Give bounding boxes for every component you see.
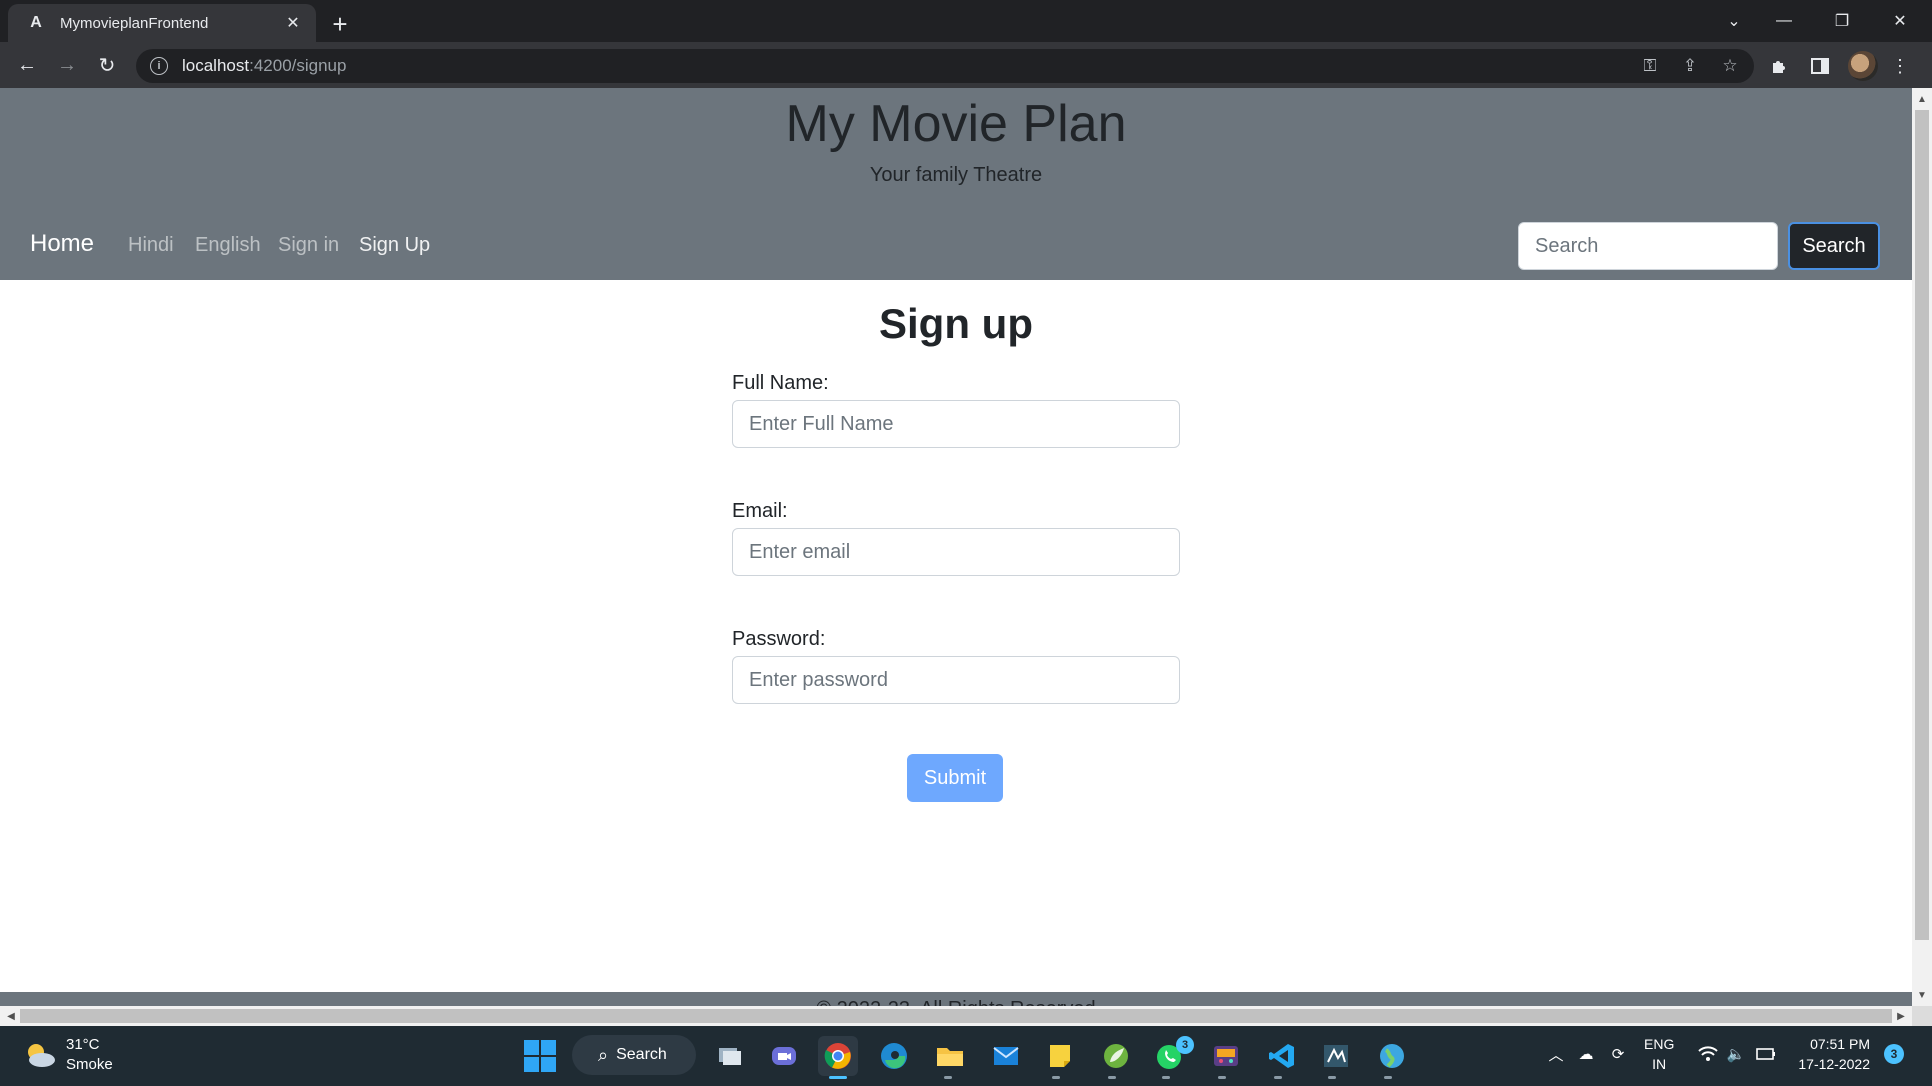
vertical-scrollbar-thumb[interactable] <box>1915 110 1929 940</box>
nav-link-hindi[interactable]: Hindi <box>128 234 174 257</box>
side-panel-icon[interactable] <box>1804 50 1836 82</box>
weather-cloud-icon[interactable] <box>22 1040 56 1070</box>
taskbar-indicator <box>1162 1076 1170 1079</box>
taskbar-search-button[interactable]: ⌕ Search <box>572 1035 696 1075</box>
spring-tools-icon[interactable] <box>1096 1036 1136 1076</box>
share-icon[interactable]: ⇪ <box>1676 52 1704 80</box>
url-host: localhost <box>182 56 250 75</box>
globe-app-icon[interactable] <box>1372 1036 1412 1076</box>
scrollbar-corner <box>1912 1006 1932 1026</box>
sticky-notes-icon[interactable] <box>1040 1036 1080 1076</box>
bookmark-star-icon[interactable]: ☆ <box>1716 52 1744 80</box>
nav-link-sign-in[interactable]: Sign in <box>278 234 339 257</box>
mail-icon[interactable] <box>986 1036 1026 1076</box>
tab-title: MymovieplanFrontend <box>60 14 209 32</box>
horizontal-scrollbar-thumb[interactable] <box>20 1009 1892 1023</box>
taskbar-indicator <box>1108 1076 1116 1079</box>
reload-icon[interactable]: ↻ <box>90 49 124 81</box>
full-name-input[interactable] <box>732 400 1180 448</box>
email-input[interactable] <box>732 528 1180 576</box>
clock-date: 17-12-2022 <box>1798 1056 1870 1072</box>
email-label: Email: <box>732 500 788 522</box>
chrome-icon[interactable] <box>818 1036 858 1076</box>
weather-temperature[interactable]: 31°C <box>66 1036 100 1053</box>
weather-description[interactable]: Smoke <box>66 1056 113 1073</box>
notification-badge[interactable]: 3 <box>1884 1044 1904 1064</box>
game-app-icon[interactable] <box>1206 1036 1246 1076</box>
search-icon: ⌕ <box>598 1044 609 1065</box>
vscode-icon[interactable] <box>1262 1036 1302 1076</box>
taskbar-indicator <box>1218 1076 1226 1079</box>
taskbar-indicator <box>1328 1076 1336 1079</box>
profile-avatar[interactable] <box>1848 51 1878 81</box>
back-arrow-icon[interactable]: ← <box>10 49 44 81</box>
nav-home-link[interactable]: Home <box>30 230 94 258</box>
url-path: :4200/signup <box>249 56 347 75</box>
tab-search-chevron-icon[interactable]: ⌄ <box>1706 0 1762 42</box>
language-region: IN <box>1652 1056 1667 1072</box>
site-title: My Movie Plan <box>785 95 1127 153</box>
menu-kebab-icon[interactable]: ⋮ <box>1884 50 1916 82</box>
minimize-icon[interactable]: — <box>1756 0 1812 42</box>
show-hidden-icons-chevron-icon[interactable]: ︿ <box>1544 1040 1568 1068</box>
taskbar-indicator <box>1052 1076 1060 1079</box>
taskbar-indicator <box>944 1076 952 1079</box>
site-info-icon[interactable]: i <box>150 57 168 75</box>
language-code: ENG <box>1644 1036 1675 1052</box>
scroll-right-icon[interactable]: ▶ <box>1892 1006 1910 1026</box>
close-window-icon[interactable]: ✕ <box>1872 0 1928 42</box>
forward-arrow-icon[interactable]: → <box>50 49 84 81</box>
taskbar-indicator <box>1274 1076 1282 1079</box>
file-explorer-icon[interactable] <box>930 1036 970 1076</box>
page-viewport: My Movie Plan Your family Theatre Home H… <box>0 88 1912 1006</box>
taskbar-indicator-active <box>829 1076 847 1079</box>
password-input[interactable] <box>732 656 1180 704</box>
whatsapp-badge: 3 <box>1176 1036 1194 1054</box>
sync-icon[interactable]: ⟳ <box>1606 1040 1630 1068</box>
edge-icon[interactable] <box>874 1036 914 1076</box>
password-label: Password: <box>732 628 826 650</box>
search-input[interactable] <box>1518 222 1778 270</box>
scroll-down-icon[interactable]: ▼ <box>1912 986 1932 1004</box>
whatsapp-icon[interactable]: 3 <box>1150 1036 1194 1076</box>
submit-button[interactable]: Submit <box>907 754 1003 802</box>
taskbar-indicator <box>1384 1076 1392 1079</box>
taskbar-search-label: Search <box>616 1046 667 1063</box>
wifi-icon[interactable] <box>1696 1040 1720 1068</box>
new-tab-button[interactable]: + <box>324 8 356 40</box>
restore-icon[interactable]: ❐ <box>1814 0 1870 42</box>
site-footer: © 2022-23. All Rights Reserved <box>0 992 1912 1006</box>
onedrive-cloud-icon[interactable]: ☁ <box>1574 1040 1598 1068</box>
key-icon[interactable]: ⚿ <box>1636 52 1664 80</box>
scroll-up-icon[interactable]: ▲ <box>1912 90 1932 108</box>
nav-link-english[interactable]: English <box>195 234 261 257</box>
extensions-puzzle-icon[interactable] <box>1764 50 1796 82</box>
scroll-left-icon[interactable]: ◀ <box>2 1006 20 1026</box>
nav-link-sign-up[interactable]: Sign Up <box>359 234 430 257</box>
close-tab-icon[interactable]: ✕ <box>282 12 304 34</box>
task-view-icon[interactable] <box>710 1036 750 1076</box>
signup-heading: Sign up <box>879 300 1033 347</box>
full-name-label: Full Name: <box>732 372 829 394</box>
clock-time: 07:51 PM <box>1810 1036 1870 1052</box>
angular-favicon-icon: A <box>30 14 42 31</box>
battery-icon[interactable] <box>1754 1040 1778 1068</box>
windows-start-icon[interactable] <box>524 1040 556 1072</box>
site-tagline: Your family Theatre <box>869 164 1043 186</box>
address-bar[interactable]: i localhost:4200/signup <box>136 49 1754 83</box>
footer-text: © 2022-23. All Rights Reserved <box>0 998 1912 1006</box>
browser-tab[interactable]: A MymovieplanFrontend ✕ <box>8 4 316 42</box>
volume-icon[interactable]: 🔈 <box>1724 1040 1748 1068</box>
search-button[interactable]: Search <box>1788 222 1880 270</box>
teams-chat-icon[interactable] <box>764 1036 804 1076</box>
language-indicator[interactable]: ENG IN <box>1644 1034 1674 1074</box>
mysql-workbench-icon[interactable] <box>1316 1036 1356 1076</box>
clock[interactable]: 07:51 PM 17-12-2022 <box>1786 1034 1870 1074</box>
